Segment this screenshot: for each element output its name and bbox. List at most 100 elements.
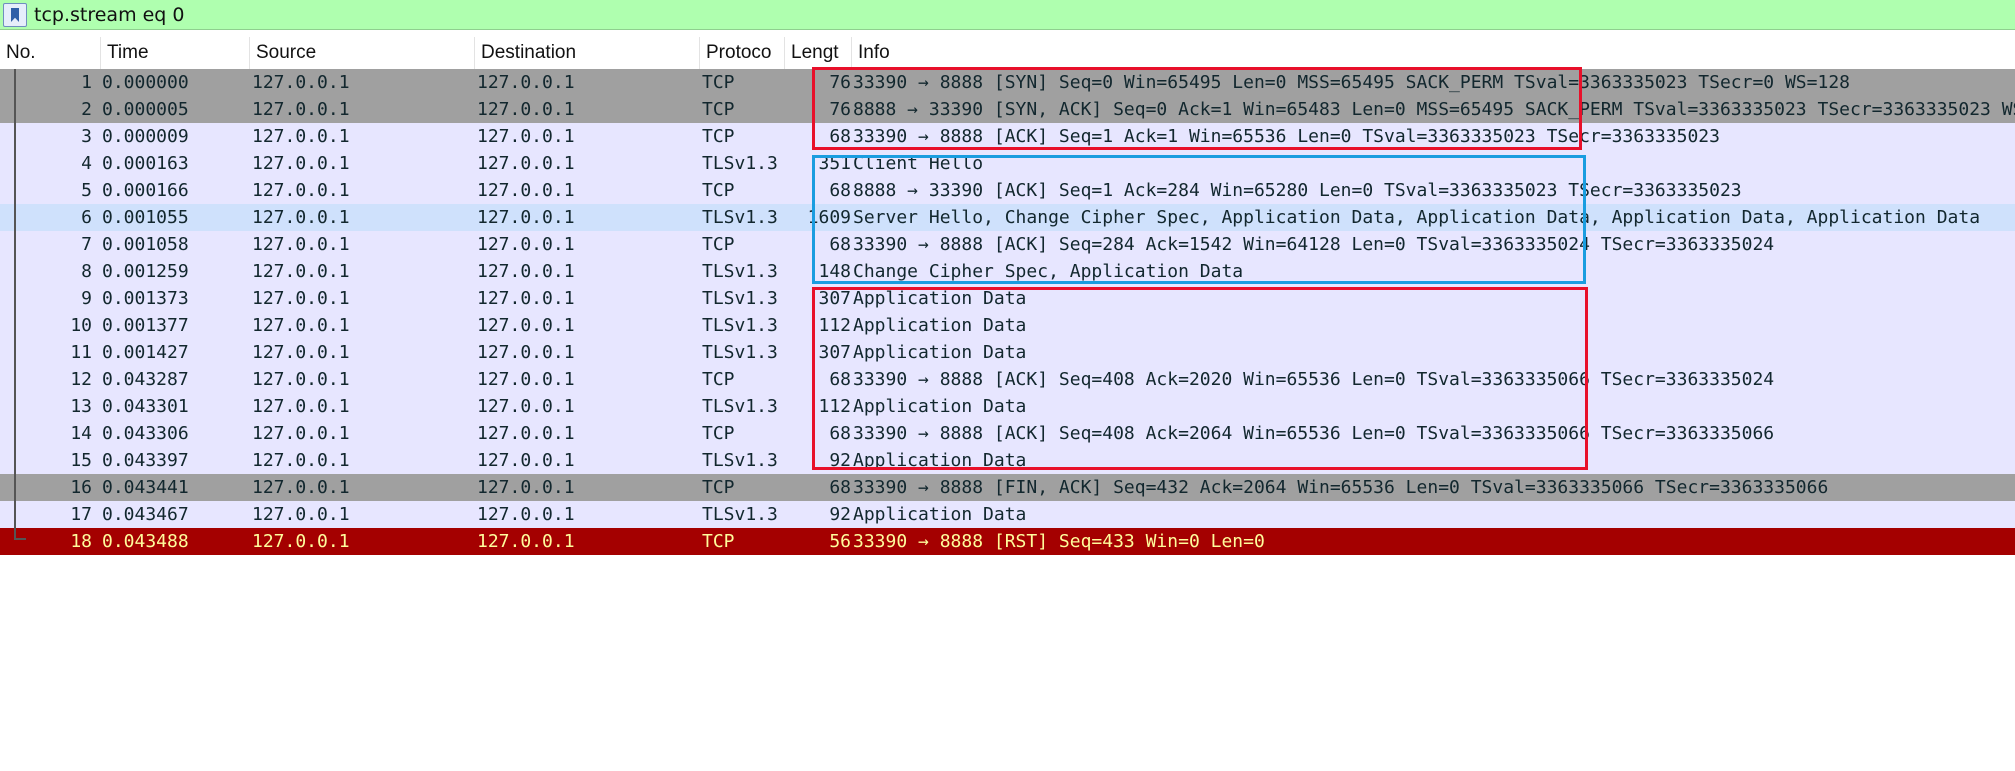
packet-info: Change Cipher Spec, Application Data (853, 261, 1244, 282)
packet-list: 1 0.000000 127.0.0.1 127.0.0.1 TCP 76 33… (0, 67, 2015, 555)
packet-row[interactable]: 14 0.043306 127.0.0.1 127.0.0.1 TCP 68 3… (0, 420, 2015, 447)
packet-row[interactable]: 15 0.043397 127.0.0.1 127.0.0.1 TLSv1.3 … (0, 447, 2015, 474)
packet-destination: 127.0.0.1 (477, 396, 575, 417)
conversation-tree-line (14, 69, 16, 539)
packet-row[interactable]: 9 0.001373 127.0.0.1 127.0.0.1 TLSv1.3 3… (0, 285, 2015, 312)
packet-row[interactable]: 8 0.001259 127.0.0.1 127.0.0.1 TLSv1.3 1… (0, 258, 2015, 285)
packet-row[interactable]: 2 0.000005 127.0.0.1 127.0.0.1 TCP 76 88… (0, 96, 2015, 123)
column-header-destination[interactable]: Destination (475, 37, 700, 69)
packet-info: 8888 → 33390 [ACK] Seq=1 Ack=284 Win=652… (853, 180, 1742, 201)
packet-destination: 127.0.0.1 (477, 99, 575, 120)
packet-length: 68 (829, 126, 851, 147)
packet-source: 127.0.0.1 (252, 99, 350, 120)
packet-list-header: No. Time Source Destination Protoco Leng… (0, 37, 2015, 70)
packet-time: 0.043397 (102, 450, 189, 471)
packet-protocol: TCP (702, 477, 735, 498)
packet-protocol: TCP (702, 180, 735, 201)
packet-source: 127.0.0.1 (252, 504, 350, 525)
packet-protocol: TLSv1.3 (702, 261, 778, 282)
packet-row[interactable]: 10 0.001377 127.0.0.1 127.0.0.1 TLSv1.3 … (0, 312, 2015, 339)
packet-time: 0.043287 (102, 369, 189, 390)
packet-time: 0.000000 (102, 72, 189, 93)
packet-source: 127.0.0.1 (252, 153, 350, 174)
packet-length: 68 (829, 477, 851, 498)
packet-row[interactable]: 12 0.043287 127.0.0.1 127.0.0.1 TCP 68 3… (0, 366, 2015, 393)
packet-source: 127.0.0.1 (252, 126, 350, 147)
packet-source: 127.0.0.1 (252, 288, 350, 309)
packet-source: 127.0.0.1 (252, 315, 350, 336)
packet-info: 33390 → 8888 [ACK] Seq=408 Ack=2064 Win=… (853, 423, 1775, 444)
packet-protocol: TCP (702, 423, 735, 444)
packet-row[interactable]: 17 0.043467 127.0.0.1 127.0.0.1 TLSv1.3 … (0, 501, 2015, 528)
packet-row[interactable]: 5 0.000166 127.0.0.1 127.0.0.1 TCP 68 88… (0, 177, 2015, 204)
column-header-info[interactable]: Info (852, 37, 2015, 69)
packet-protocol: TLSv1.3 (702, 153, 778, 174)
packet-destination: 127.0.0.1 (477, 207, 575, 228)
packet-time: 0.043301 (102, 396, 189, 417)
packet-destination: 127.0.0.1 (477, 288, 575, 309)
packet-info: 33390 → 8888 [FIN, ACK] Seq=432 Ack=2064… (853, 477, 1829, 498)
packet-time: 0.043306 (102, 423, 189, 444)
packet-time: 0.043488 (102, 531, 189, 552)
packet-info: 33390 → 8888 [ACK] Seq=284 Ack=1542 Win=… (853, 234, 1775, 255)
packet-protocol: TLSv1.3 (702, 342, 778, 363)
bookmark-icon[interactable] (3, 3, 27, 27)
packet-length: 92 (829, 450, 851, 471)
packet-destination: 127.0.0.1 (477, 423, 575, 444)
packet-info: Application Data (853, 288, 1027, 309)
column-header-length[interactable]: Lengt (785, 37, 852, 69)
packet-row[interactable]: 4 0.000163 127.0.0.1 127.0.0.1 TLSv1.3 3… (0, 150, 2015, 177)
packet-source: 127.0.0.1 (252, 396, 350, 417)
packet-destination: 127.0.0.1 (477, 126, 575, 147)
packet-length: 92 (829, 504, 851, 525)
packet-source: 127.0.0.1 (252, 72, 350, 93)
packet-protocol: TCP (702, 99, 735, 120)
packet-info: 33390 → 8888 [ACK] Seq=1 Ack=1 Win=65536… (853, 126, 1720, 147)
packet-info: Application Data (853, 504, 1027, 525)
conversation-tree-end (14, 538, 26, 540)
packet-source: 127.0.0.1 (252, 531, 350, 552)
packet-protocol: TLSv1.3 (702, 207, 778, 228)
packet-protocol: TLSv1.3 (702, 315, 778, 336)
packet-length: 307 (818, 342, 851, 363)
packet-source: 127.0.0.1 (252, 477, 350, 498)
packet-info: Client Hello (853, 153, 984, 174)
display-filter-input[interactable] (34, 2, 277, 28)
packet-destination: 127.0.0.1 (477, 450, 575, 471)
packet-source: 127.0.0.1 (252, 234, 350, 255)
packet-row[interactable]: 6 0.001055 127.0.0.1 127.0.0.1 TLSv1.3 1… (0, 204, 2015, 231)
packet-length: 148 (818, 261, 851, 282)
packet-info: Application Data (853, 450, 1027, 471)
packet-protocol: TCP (702, 72, 735, 93)
column-header-source[interactable]: Source (250, 37, 475, 69)
packet-length: 112 (818, 315, 851, 336)
packet-protocol: TCP (702, 234, 735, 255)
packet-row[interactable]: 1 0.000000 127.0.0.1 127.0.0.1 TCP 76 33… (0, 69, 2015, 96)
packet-row[interactable]: 7 0.001058 127.0.0.1 127.0.0.1 TCP 68 33… (0, 231, 2015, 258)
packet-destination: 127.0.0.1 (477, 315, 575, 336)
packet-info: Application Data (853, 315, 1027, 336)
packet-destination: 127.0.0.1 (477, 261, 575, 282)
packet-info: Application Data (853, 396, 1027, 417)
packet-destination: 127.0.0.1 (477, 369, 575, 390)
packet-protocol: TLSv1.3 (702, 504, 778, 525)
packet-row[interactable]: 3 0.000009 127.0.0.1 127.0.0.1 TCP 68 33… (0, 123, 2015, 150)
packet-destination: 127.0.0.1 (477, 234, 575, 255)
packet-time: 0.001377 (102, 315, 189, 336)
packet-info: 33390 → 8888 [SYN] Seq=0 Win=65495 Len=0… (853, 72, 1850, 93)
column-header-protocol[interactable]: Protoco (700, 37, 785, 69)
packet-length: 56 (829, 531, 851, 552)
packet-row[interactable]: 11 0.001427 127.0.0.1 127.0.0.1 TLSv1.3 … (0, 339, 2015, 366)
packet-info: Application Data (853, 342, 1027, 363)
packet-source: 127.0.0.1 (252, 450, 350, 471)
column-header-time[interactable]: Time (101, 37, 250, 69)
packet-row[interactable]: 18 0.043488 127.0.0.1 127.0.0.1 TCP 56 3… (0, 528, 2015, 555)
packet-destination: 127.0.0.1 (477, 180, 575, 201)
packet-row[interactable]: 13 0.043301 127.0.0.1 127.0.0.1 TLSv1.3 … (0, 393, 2015, 420)
packet-row[interactable]: 16 0.043441 127.0.0.1 127.0.0.1 TCP 68 3… (0, 474, 2015, 501)
packet-length: 76 (829, 99, 851, 120)
packet-length: 1609 (807, 207, 851, 228)
packet-protocol: TCP (702, 126, 735, 147)
column-header-no[interactable]: No. (0, 37, 101, 69)
packet-length: 76 (829, 72, 851, 93)
